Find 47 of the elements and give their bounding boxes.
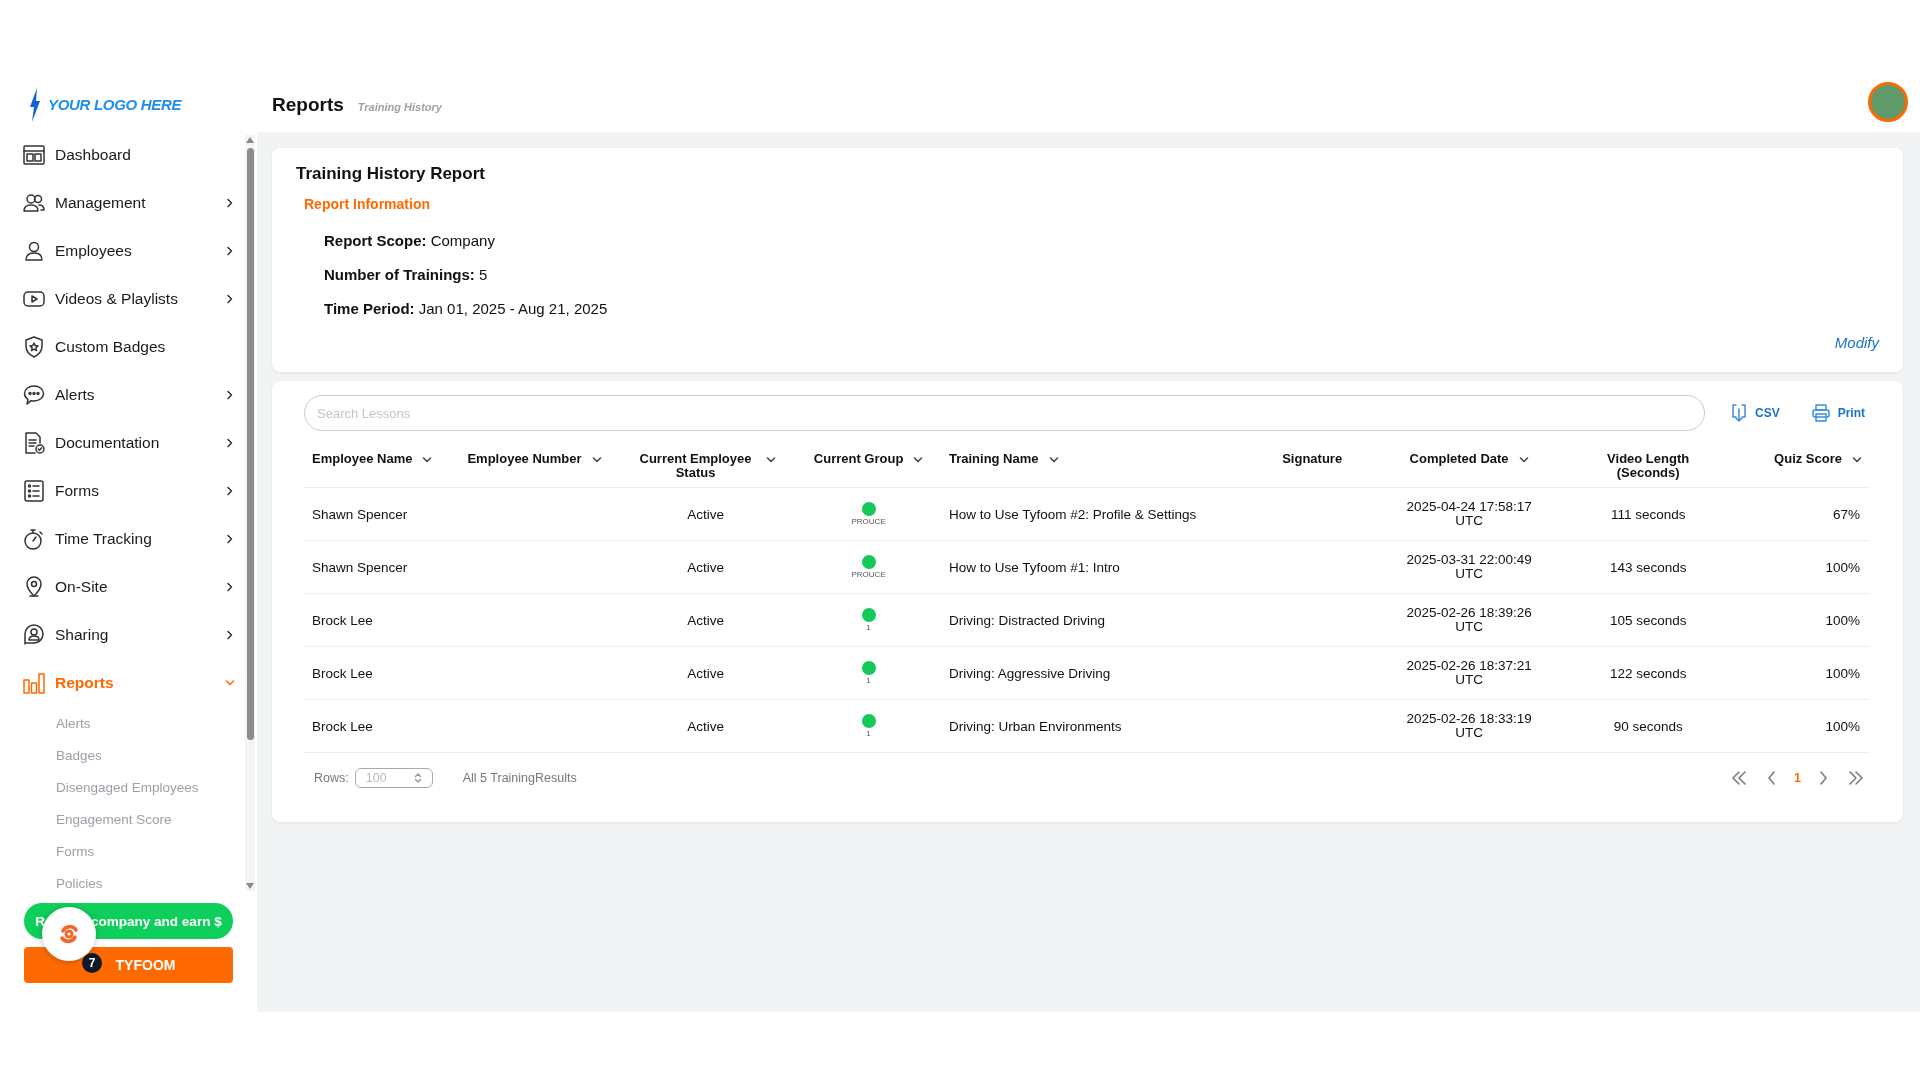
report-title: Training History Report xyxy=(296,164,486,184)
table-cell: 111 seconds xyxy=(1610,506,1686,522)
table-cell: 100% xyxy=(1825,718,1860,734)
table-cell: Driving: Distracted Driving xyxy=(948,612,1105,628)
results-summary: All 5 TrainingResults xyxy=(462,771,577,785)
table-cell: 122 seconds xyxy=(1609,665,1687,681)
group-label: 1 xyxy=(866,623,871,632)
table-cell: Shawn Spencer xyxy=(312,506,408,522)
table-cell: 100% xyxy=(1825,559,1860,575)
info-field: Time Period: Jan 01, 2025 - Aug 21, 2025 xyxy=(324,300,1879,317)
table-cell: Brock Lee xyxy=(312,665,373,681)
table-cell: 100% xyxy=(1825,612,1860,628)
breadcrumb: Training History xyxy=(357,101,442,113)
page-title: Reports xyxy=(272,94,344,116)
group-label: PROUCE xyxy=(851,517,886,526)
info-field: Report Scope: Company xyxy=(324,232,1879,249)
table-cell: 67% xyxy=(1832,506,1860,522)
table-cell: Active xyxy=(687,665,724,681)
table-cell: Active xyxy=(687,612,724,628)
info-field: Number of Trainings: 5 xyxy=(324,266,1879,283)
table-cell: Brock Lee xyxy=(312,718,373,734)
table-cell: 90 seconds xyxy=(1613,718,1683,734)
table-cell: 143 seconds xyxy=(1609,559,1687,575)
group-label: 1 xyxy=(866,729,871,738)
column-header: Signature xyxy=(1282,452,1343,466)
table-cell: How to Use Tyfoom #1: Intro xyxy=(948,559,1120,575)
table-cell: Driving: Urban Environments xyxy=(948,718,1122,734)
table-cell: Brock Lee xyxy=(312,612,373,628)
table-cell: Shawn Spencer xyxy=(312,559,408,575)
table-cell-text: 2025-02-26 18:39:26 UTC xyxy=(1405,606,1533,634)
table-cell: 105 seconds xyxy=(1609,612,1687,628)
table-cell: Active xyxy=(687,506,724,522)
rows-label: Rows: xyxy=(314,771,349,785)
table-cell-text: 2025-02-26 18:37:21 UTC xyxy=(1405,659,1533,687)
table-cell: 100% xyxy=(1825,665,1860,681)
table-cell: Active xyxy=(687,718,724,734)
section-heading: Report Information xyxy=(304,196,431,212)
group-label: 1 xyxy=(866,676,871,685)
table-cell-text: 2025-03-31 22:00:49 UTC xyxy=(1405,553,1533,581)
column-header: Video Length (Seconds) xyxy=(1606,452,1691,480)
table-cell: Active xyxy=(687,559,724,575)
logo-text: YOUR LOGO HERE xyxy=(48,96,182,113)
table-cell: How to Use Tyfoom #2: Profile & Settings xyxy=(948,506,1197,522)
table-cell-text: 2025-04-24 17:58:17 UTC xyxy=(1405,500,1533,528)
table-cell-text: 2025-02-26 18:33:19 UTC xyxy=(1405,712,1533,740)
group-label: PROUCE xyxy=(851,570,886,579)
table-cell: Driving: Aggressive Driving xyxy=(948,665,1111,681)
